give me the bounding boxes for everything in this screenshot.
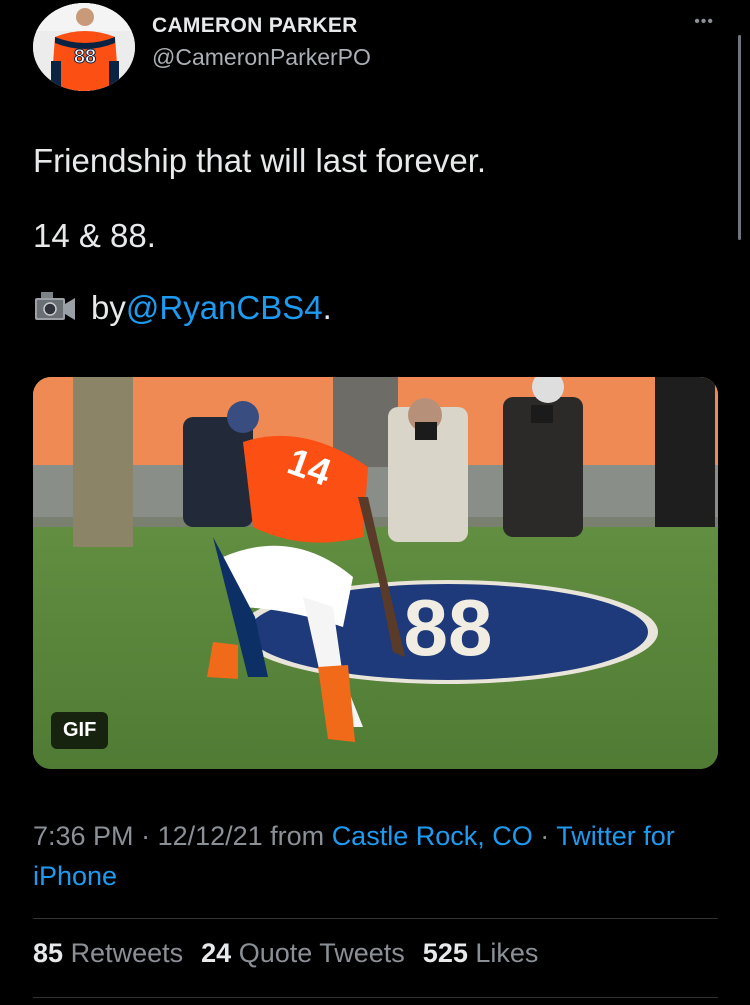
meta-separator-2: · <box>532 821 557 851</box>
field-logo-number: 88 <box>404 583 493 672</box>
photographer-far-right <box>655 377 715 527</box>
quote-tweets-label: Quote Tweets <box>238 938 405 968</box>
likes-stat[interactable]: 525 Likes <box>423 938 539 969</box>
gif-media[interactable]: 88 14 GIF <box>33 377 718 769</box>
likes-label: Likes <box>475 938 539 968</box>
more-options-icon[interactable]: ••• <box>694 13 714 31</box>
author-display-name[interactable]: CAMERON PARKER <box>152 14 371 38</box>
author-block[interactable]: CAMERON PARKER @CameronParkerPO <box>152 14 371 71</box>
likes-count: 525 <box>422 938 468 968</box>
quote-tweets-count: 24 <box>201 938 232 968</box>
divider <box>33 918 718 919</box>
author-handle[interactable]: @CameronParkerPO <box>152 44 371 71</box>
retweets-label: Retweets <box>70 938 184 968</box>
mention-link[interactable]: @RyanCBS4 <box>126 289 323 326</box>
tweet-text-line-2: 14 & 88. <box>33 217 156 254</box>
location-link[interactable]: Castle Rock, CO <box>332 821 533 851</box>
tweet-header: 88 CAMERON PARKER @CameronParkerPO ••• <box>33 3 750 93</box>
gif-badge: GIF <box>51 712 109 749</box>
meta-separator: · <box>133 821 158 851</box>
tweet-time[interactable]: 7:36 PM <box>33 821 134 851</box>
scrollbar-thumb[interactable] <box>738 35 741 240</box>
engagement-stats: 85 Retweets 24 Quote Tweets 525 Likes <box>33 938 538 969</box>
tweet-text-line-1: Friendship that will last forever. <box>33 142 487 179</box>
video-camera-icon <box>35 292 75 321</box>
scrollbar[interactable] <box>738 35 741 240</box>
gif-frame: 88 14 <box>33 377 718 769</box>
retweets-count: 85 <box>33 938 64 968</box>
retweets-stat[interactable]: 85 Retweets <box>33 938 183 969</box>
photographer-center <box>388 398 468 542</box>
avatar-jersey-number: 88 <box>74 46 96 68</box>
divider-bottom <box>33 997 718 998</box>
tweet-by-text: by <box>91 289 126 326</box>
from-text: from <box>262 821 332 851</box>
tweet-period: . <box>322 289 332 326</box>
tweet-metadata: 7:36 PM · 12/12/21 from Castle Rock, CO … <box>33 816 723 896</box>
avatar[interactable]: 88 <box>33 3 135 91</box>
tweet-text-line-3: by @RyanCBS4 . <box>33 289 332 326</box>
tweet-date[interactable]: 12/12/21 <box>158 821 263 851</box>
quote-tweets-stat[interactable]: 24 Quote Tweets <box>201 938 405 969</box>
photographer-right <box>503 377 583 537</box>
